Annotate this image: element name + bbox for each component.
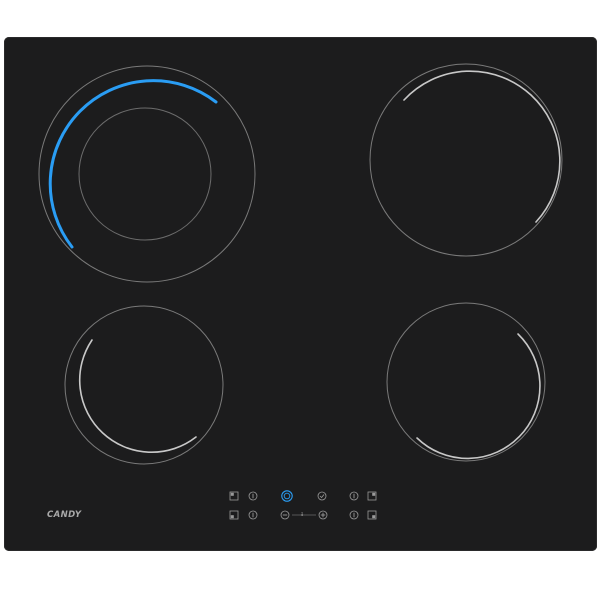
zone-rear-left-large[interactable] <box>38 65 256 283</box>
zone-select-icon[interactable] <box>367 491 377 501</box>
zone-rear-left-inner-ring <box>78 107 212 241</box>
zone-front-right-outer-ring <box>386 302 546 462</box>
timer-icon[interactable] <box>317 491 327 501</box>
indicator-icon[interactable] <box>349 510 359 520</box>
zone-select-icon[interactable] <box>229 510 239 520</box>
minus-icon[interactable] <box>280 510 290 520</box>
zone-front-left-outer-ring <box>64 305 224 465</box>
brand-logo: CANDY <box>47 510 82 520</box>
zone-active-heat-arc <box>48 79 218 249</box>
zone-rear-right-heat-arc <box>403 70 561 223</box>
indicator-icon[interactable] <box>248 510 258 520</box>
zone-front-left-heat-arc <box>78 339 197 454</box>
indicator-icon[interactable] <box>349 491 359 501</box>
power-level-slider[interactable] <box>290 510 318 520</box>
slider-marker: ᵻ <box>301 511 304 518</box>
indicator-icon[interactable] <box>248 491 258 501</box>
power-icon[interactable] <box>281 490 293 502</box>
zone-front-right[interactable] <box>386 302 546 462</box>
product-image: CANDY ᵻ <box>0 0 600 600</box>
zone-select-icon[interactable] <box>367 510 377 520</box>
zone-front-left[interactable] <box>64 305 224 465</box>
plus-icon[interactable] <box>318 510 328 520</box>
zone-select-icon[interactable] <box>229 491 239 501</box>
zone-front-right-heat-arc <box>416 333 541 460</box>
zone-rear-right-outer-ring <box>369 63 563 257</box>
zone-rear-left-outer-ring <box>38 65 256 283</box>
zone-rear-right[interactable] <box>369 63 563 257</box>
